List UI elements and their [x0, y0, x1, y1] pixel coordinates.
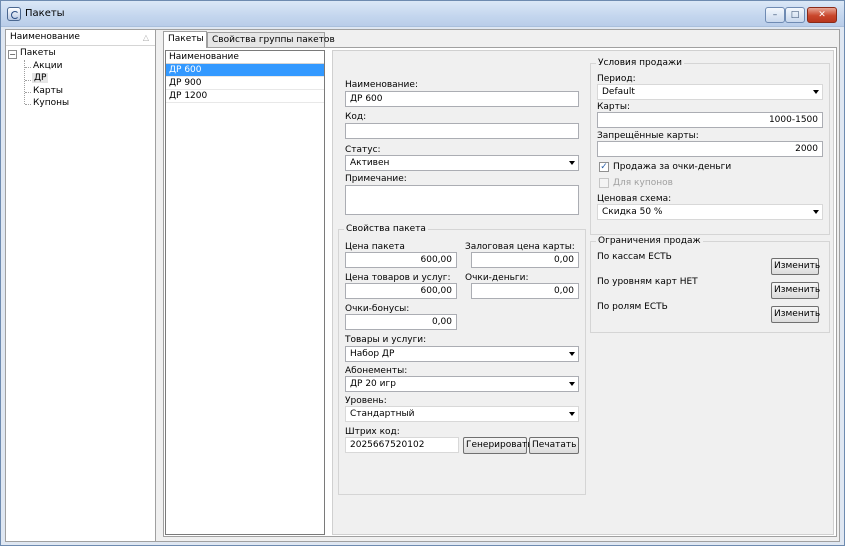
name-label: Наименование: [345, 80, 418, 90]
period-select[interactable]: Default [597, 84, 823, 100]
barcode-label: Штрих код: [345, 427, 400, 437]
chevron-down-icon [813, 90, 819, 94]
tree-node-promotions[interactable]: Акции [33, 61, 62, 71]
tab-group-properties[interactable]: Свойства группы пакетов [207, 32, 335, 47]
status-select[interactable]: Активен [345, 155, 579, 171]
chevron-down-icon [569, 382, 575, 386]
deposit-label: Залоговая цена карты: [465, 242, 575, 252]
price-label: Цена пакета [345, 242, 405, 252]
chevron-down-icon [569, 352, 575, 356]
maximize-button[interactable]: □ [785, 7, 805, 23]
restriction-card-levels-label: По уровням карт НЕТ [597, 277, 698, 287]
goods-price-field[interactable]: 600,00 [345, 283, 457, 299]
status-value: Активен [350, 158, 390, 168]
price-scheme-label: Ценовая схема: [597, 194, 672, 204]
for-coupons-label: Для купонов [613, 178, 673, 188]
bonus-label: Очки-бонусы: [345, 304, 410, 314]
goods-select[interactable]: Набор ДР [345, 346, 579, 362]
title-bar[interactable]: Пакеты – □ ✕ [1, 1, 844, 27]
note-field[interactable] [345, 185, 579, 215]
restriction-roles-label: По ролям ЕСТЬ [597, 302, 668, 312]
main-window: Пакеты – □ ✕ Наименование △ − Пакеты Акц… [0, 0, 845, 546]
sale-restrictions-group: Ограничения продаж По кассам ЕСТЬ Измени… [590, 236, 830, 333]
package-properties-group: Свойства пакета Цена пакета Залоговая це… [338, 224, 586, 495]
category-tree[interactable]: Наименование △ − Пакеты Акции ДР Карты К… [6, 30, 156, 541]
sale-conditions-group: Условия продажи Период: Default Карты: 1… [590, 58, 830, 235]
period-label: Период: [597, 74, 636, 84]
price-scheme-value: Скидка 50 % [602, 207, 663, 217]
restriction-cashdesks-label: По кассам ЕСТЬ [597, 252, 672, 262]
tree-header-label: Наименование [10, 32, 80, 42]
level-value: Стандартный [350, 409, 415, 419]
tree-node-coupons[interactable]: Купоны [33, 98, 69, 108]
goods-value: Набор ДР [350, 349, 395, 359]
code-label: Код: [345, 112, 367, 122]
cards-label: Карты: [597, 102, 630, 112]
level-label: Уровень: [345, 396, 387, 406]
code-field[interactable] [345, 123, 579, 139]
deposit-field[interactable]: 0,00 [471, 252, 579, 268]
price-scheme-select[interactable]: Скидка 50 % [597, 204, 823, 220]
name-field[interactable]: ДР 600 [345, 91, 579, 107]
chevron-down-icon [569, 161, 575, 165]
tab-packages[interactable]: Пакеты [163, 31, 207, 48]
tree-node-birthday[interactable]: ДР [32, 73, 49, 83]
points-label: Очки-деньги: [465, 273, 529, 283]
list-header[interactable]: Наименование [166, 51, 324, 64]
cards-field[interactable]: 1000-1500 [597, 112, 823, 128]
collapse-icon[interactable]: − [8, 50, 17, 59]
app-icon [7, 7, 21, 21]
tree-header[interactable]: Наименование △ [6, 30, 155, 46]
subscriptions-select[interactable]: ДР 20 игр [345, 376, 579, 392]
list-item[interactable]: ДР 900 [166, 77, 324, 90]
tab-panel: Наименование ДР 600 ДР 900 ДР 1200 Наиме… [163, 47, 837, 537]
level-select[interactable]: Стандартный [345, 406, 579, 422]
edit-cashdesks-button[interactable]: Изменить [771, 258, 820, 275]
tree-guide-line [25, 67, 31, 68]
points-field[interactable]: 0,00 [471, 283, 579, 299]
price-field[interactable]: 600,00 [345, 252, 457, 268]
print-button[interactable]: Печатать [529, 437, 579, 454]
note-label: Примечание: [345, 174, 407, 184]
subscriptions-value: ДР 20 игр [350, 379, 396, 389]
general-section: Наименование: ДР 600 Код: Статус: Активе… [338, 71, 586, 221]
list-item[interactable]: ДР 600 [166, 64, 324, 77]
goods-price-label: Цена товаров и услуг: [345, 273, 451, 283]
window-title: Пакеты [25, 8, 65, 19]
chevron-down-icon [569, 412, 575, 416]
package-list[interactable]: Наименование ДР 600 ДР 900 ДР 1200 [165, 50, 325, 535]
package-details: Наименование: ДР 600 Код: Статус: Активе… [332, 50, 834, 535]
sale-restrictions-title: Ограничения продаж [596, 236, 703, 246]
status-label: Статус: [345, 145, 381, 155]
list-item[interactable]: ДР 1200 [166, 90, 324, 103]
sell-for-points-label: Продажа за очки-деньги [613, 162, 732, 172]
package-properties-title: Свойства пакета [344, 224, 428, 234]
for-coupons-checkbox[interactable] [599, 178, 609, 188]
edit-card-levels-button[interactable]: Изменить [771, 282, 820, 299]
period-value: Default [602, 87, 635, 97]
tree-guide-line [25, 92, 31, 93]
goods-label: Товары и услуги: [345, 335, 427, 345]
bonus-field[interactable]: 0,00 [345, 314, 457, 330]
barcode-field[interactable]: 2025667520102 [345, 437, 459, 453]
minimize-button[interactable]: – [765, 7, 785, 23]
tree-guide-line [25, 80, 31, 81]
chevron-down-icon [813, 210, 819, 214]
sort-icon: △ [142, 33, 149, 42]
sale-conditions-title: Условия продажи [596, 58, 684, 68]
close-button[interactable]: ✕ [807, 7, 837, 23]
client-area: Наименование △ − Пакеты Акции ДР Карты К… [5, 29, 840, 542]
tree-node-cards[interactable]: Карты [33, 86, 63, 96]
edit-roles-button[interactable]: Изменить [771, 306, 820, 323]
subscriptions-label: Абонементы: [345, 366, 408, 376]
tree-node-root[interactable]: Пакеты [20, 48, 56, 58]
forbidden-cards-field[interactable]: 2000 [597, 141, 823, 157]
tree-guide-line [25, 104, 31, 105]
generate-button[interactable]: Генерировать [463, 437, 533, 454]
forbidden-cards-label: Запрещённые карты: [597, 131, 699, 141]
sell-for-points-checkbox[interactable]: ✓ [599, 162, 609, 172]
